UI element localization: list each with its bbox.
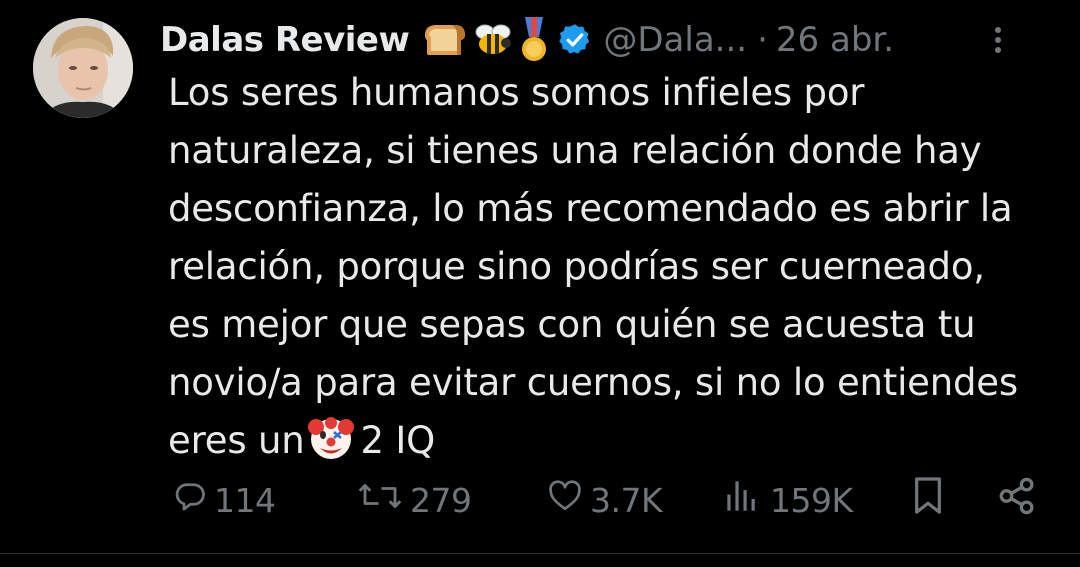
verified-badge-icon bbox=[557, 22, 593, 58]
name-badges bbox=[421, 17, 549, 63]
tweet-text-segment: eres un bbox=[168, 419, 305, 462]
views-button[interactable]: 159K bbox=[720, 470, 853, 530]
heart-icon bbox=[546, 478, 584, 522]
repost-button[interactable]: 279 bbox=[356, 470, 472, 530]
medal-icon bbox=[519, 17, 549, 63]
bookmark-button[interactable] bbox=[908, 470, 948, 530]
tweet-text-line: desconfianza, lo más recomendado es abri… bbox=[168, 187, 1013, 230]
bee-icon bbox=[473, 22, 513, 58]
display-name[interactable]: Dalas Review bbox=[160, 20, 410, 60]
views-count: 159K bbox=[770, 480, 853, 520]
avatar-image bbox=[33, 18, 133, 118]
views-chart-icon bbox=[720, 478, 764, 522]
clown-face-icon bbox=[308, 415, 355, 478]
user-handle[interactable]: @Dala... bbox=[603, 20, 747, 60]
like-button[interactable]: 3.7K bbox=[546, 470, 663, 530]
reply-count: 114 bbox=[214, 480, 276, 520]
tweet-text-line: es mejor que sepas con quién se acuesta … bbox=[168, 303, 976, 346]
tweet-date[interactable]: 26 abr. bbox=[776, 20, 894, 60]
separator-dot: · bbox=[757, 20, 768, 60]
more-options-icon[interactable] bbox=[985, 22, 1011, 58]
tweet-text-segment: 2 IQ bbox=[360, 419, 436, 462]
tweet-text-line: naturaleza, si tienes una relación donde… bbox=[168, 129, 982, 172]
repost-count: 279 bbox=[410, 480, 472, 520]
like-count: 3.7K bbox=[590, 480, 663, 520]
tweet[interactable]: Dalas Review @Dala... · 26 abr. Los sere… bbox=[0, 0, 1080, 567]
tweet-text: Los seres humanos somos infieles por nat… bbox=[168, 64, 1058, 478]
bookmark-icon bbox=[908, 475, 948, 525]
tweet-text-line: Los seres humanos somos infieles por bbox=[168, 71, 865, 114]
action-bar: 114 279 3.7K 159K bbox=[0, 470, 1080, 530]
tweet-text-line: relación, porque sino podrías ser cuerne… bbox=[168, 245, 985, 288]
tweet-text-line-last: eres un 2 IQ bbox=[168, 412, 1058, 478]
bread-icon bbox=[421, 23, 467, 57]
tweet-header: Dalas Review @Dala... · 26 abr. bbox=[160, 14, 894, 66]
tweet-text-line: novio/a para evitar cuernos, si no lo en… bbox=[168, 361, 1018, 404]
share-icon bbox=[996, 475, 1038, 525]
reply-icon bbox=[172, 478, 208, 522]
reply-button[interactable]: 114 bbox=[172, 470, 276, 530]
divider bbox=[0, 553, 1080, 554]
avatar[interactable] bbox=[33, 18, 133, 118]
repost-icon bbox=[356, 478, 404, 522]
share-button[interactable] bbox=[996, 470, 1038, 530]
